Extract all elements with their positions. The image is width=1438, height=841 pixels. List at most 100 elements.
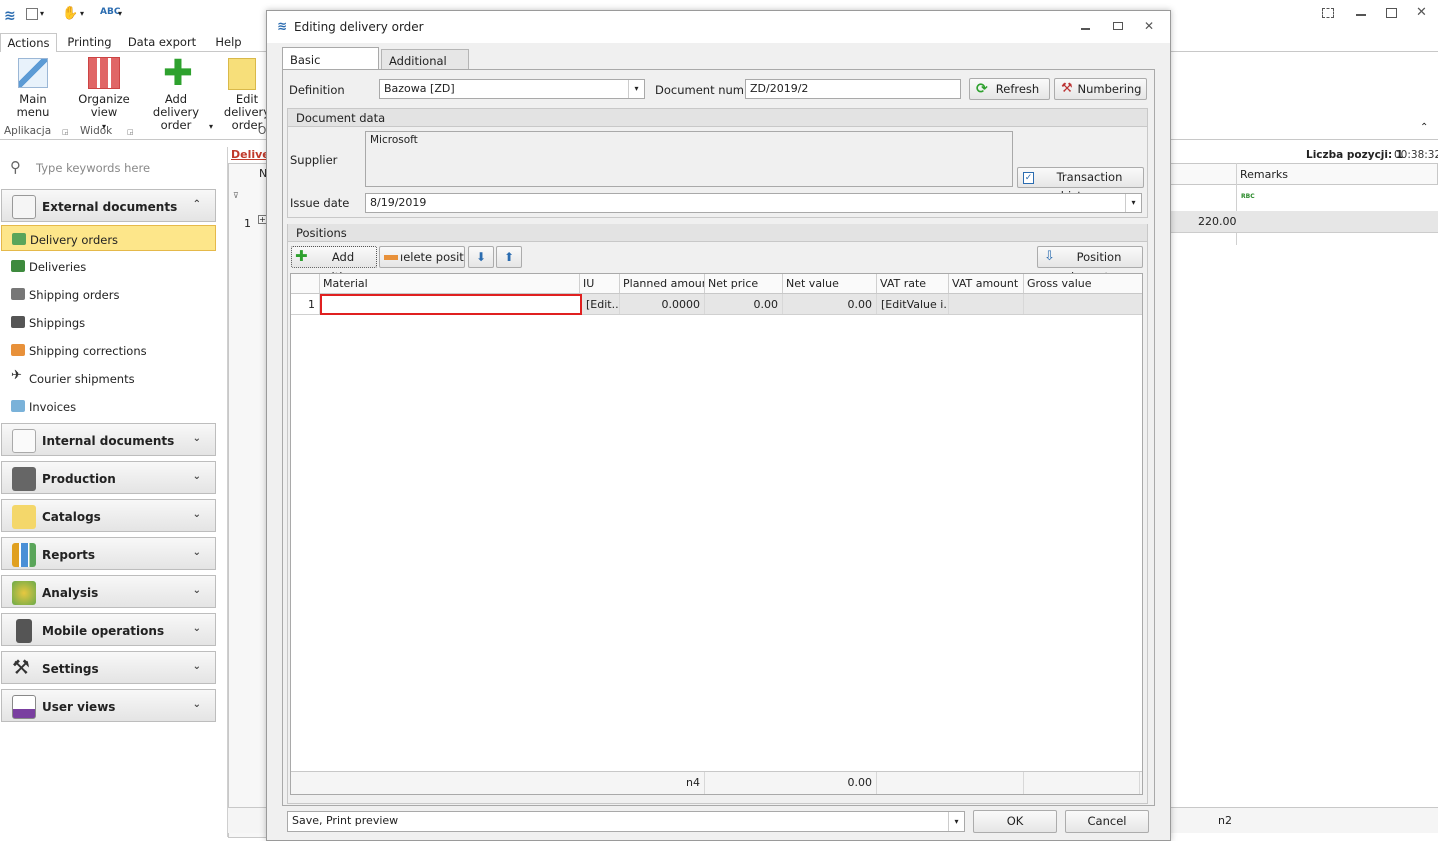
save-action-select[interactable]: Save, Print preview ▾ [287, 811, 965, 832]
nav-group-analysis[interactable]: Analysis ⌄ [1, 575, 216, 608]
issue-date-value: 8/19/2019 [370, 196, 427, 209]
text-filter-icon[interactable]: RBC [1241, 193, 1255, 200]
dialog-launcher-icon[interactable]: ◲ [62, 128, 69, 136]
dropdown-arrow-icon[interactable]: ▾ [948, 812, 964, 831]
dropdown-arrow-icon[interactable]: ▾ [40, 9, 44, 18]
main-menu-button[interactable]: Main menu [2, 58, 64, 119]
dropdown-arrow-icon[interactable]: ▾ [118, 9, 122, 18]
tab-data-export[interactable]: Data export [126, 33, 198, 53]
column-header-vat-amount[interactable]: VAT amount [949, 274, 1024, 293]
vat-amount-cell[interactable] [949, 294, 1024, 314]
move-up-button[interactable]: ⬆ [496, 246, 522, 268]
nav-item-invoices[interactable]: Invoices [1, 393, 216, 419]
nav-item-delivery-orders[interactable]: Delivery orders [1, 225, 216, 251]
document-icon [12, 429, 36, 453]
minimize-icon[interactable] [1081, 28, 1090, 30]
fullscreen-icon[interactable] [1322, 8, 1334, 18]
column-header-gross-value[interactable]: Gross value [1024, 274, 1142, 293]
tab-actions[interactable]: Actions [0, 33, 57, 53]
vat-rate-cell[interactable]: [EditValue i... [877, 294, 949, 314]
nav-group-production[interactable]: Production ⌄ [1, 461, 216, 494]
nav-group-internal-documents[interactable]: Internal documents ⌄ [1, 423, 216, 456]
column-header-net-price[interactable]: Net price [705, 274, 783, 293]
nav-group-user-views[interactable]: User views ⌄ [1, 689, 216, 722]
positions-header: Positions [288, 224, 1147, 242]
tab-help[interactable]: Help [206, 33, 251, 53]
position-import-button[interactable]: ⇩ Position import [1037, 246, 1143, 284]
organize-view-button[interactable]: Organize view ▾ [72, 57, 136, 133]
delete-position-label: ıelete positioı [400, 250, 464, 264]
app-logo-icon[interactable]: ≋ [4, 8, 16, 24]
refresh-button[interactable]: ⟳ Refresh [969, 78, 1050, 100]
gross-value-cell[interactable] [1024, 294, 1142, 314]
cancel-button[interactable]: Cancel [1065, 810, 1149, 833]
definition-select[interactable]: Bazowa [ZD] ▾ [379, 79, 645, 99]
nav-item-deliveries[interactable]: Deliveries [1, 253, 216, 279]
list-header-row [1170, 163, 1438, 185]
close-icon[interactable]: ✕ [1416, 5, 1427, 20]
planned-amount-cell[interactable]: 0.0000 [620, 294, 705, 314]
row-number: 1 [244, 217, 251, 230]
nav-group-catalogs[interactable]: Catalogs ⌄ [1, 499, 216, 532]
dropdown-arrow-icon[interactable]: ▾ [1125, 194, 1141, 212]
dialog-launcher-icon[interactable]: ◲ [127, 128, 134, 136]
nav-group-label: Settings [42, 662, 99, 676]
nav-item-shipping-orders[interactable]: Shipping orders [1, 281, 216, 307]
collapse-ribbon-icon[interactable]: ⌃ [1420, 122, 1428, 133]
search-icon: ⚲ [10, 158, 21, 176]
column-header-net-value[interactable]: Net value [783, 274, 877, 293]
footer-planned-amount: n4 [620, 772, 705, 794]
maximize-icon[interactable] [1113, 22, 1123, 30]
column-header-material[interactable]: Material [320, 274, 580, 293]
column-header-planned-amount[interactable]: Planned amount [620, 274, 705, 293]
column-header-vat-rate[interactable]: VAT rate [877, 274, 949, 293]
search-box[interactable]: ⚲ Type keywords here [8, 156, 218, 180]
definition-label: Definition [289, 83, 345, 97]
nav-item-shipping-corrections[interactable]: Shipping corrections [1, 337, 216, 363]
issue-date-field[interactable]: 8/19/2019 ▾ [365, 193, 1142, 213]
minimize-icon[interactable] [1356, 14, 1366, 16]
nav-group-mobile-operations[interactable]: Mobile operations ⌄ [1, 613, 216, 646]
delete-position-button[interactable]: ıelete positioı [379, 246, 465, 268]
net-value-cell[interactable]: 0.00 [783, 294, 877, 314]
tab-additional-data[interactable]: Additional data [381, 49, 469, 82]
search-input[interactable]: Type keywords here [36, 161, 150, 175]
layout-icon[interactable] [26, 8, 38, 20]
add-delivery-order-button[interactable]: ✚ Add delivery order ▾ [142, 56, 214, 133]
iu-cell[interactable]: [Edit... [582, 294, 620, 314]
move-down-button[interactable]: ⬇ [468, 246, 494, 268]
document-number-field[interactable]: ZD/2019/2 [745, 79, 961, 99]
chevron-down-icon: ⌄ [192, 433, 201, 444]
nav-group-external-documents[interactable]: External documents ⌃ [1, 189, 216, 222]
dropdown-arrow-icon[interactable]: ▾ [80, 9, 84, 18]
positions-grid: Material IU Planned amount Net price Net… [290, 273, 1143, 795]
close-icon[interactable]: ✕ [1144, 19, 1154, 33]
nav-item-shippings[interactable]: Shippings [1, 309, 216, 335]
column-header-iu[interactable]: IU [580, 274, 620, 293]
material-cell-editor[interactable] [320, 294, 582, 315]
dropdown-arrow-icon[interactable]: ▾ [628, 80, 644, 98]
nav-group-reports[interactable]: Reports ⌄ [1, 537, 216, 570]
nav-item-label: Shippings [29, 316, 86, 330]
hand-icon[interactable]: ✋ [62, 6, 78, 21]
tab-printing[interactable]: Printing [62, 33, 117, 53]
supplier-field[interactable]: Microsoft [365, 131, 1013, 187]
chevron-down-icon: ⌄ [192, 661, 201, 672]
add-position-button[interactable]: ✚ Add position [291, 246, 377, 284]
column-header-remarks[interactable]: Remarks [1240, 168, 1288, 181]
nav-group-label: External documents [42, 200, 178, 214]
net-price-cell[interactable]: 0.00 [705, 294, 783, 314]
table-row[interactable]: 1 [Edit... 0.0000 0.00 0.00 [EditValue i… [291, 294, 1142, 315]
nav-item-courier-shipments[interactable]: ✈ Courier shipments [1, 365, 216, 391]
nav-item-label: Delivery orders [30, 233, 119, 247]
numbering-button[interactable]: ⚒ Numbering [1054, 78, 1147, 100]
tab-basic-information[interactable]: Basic information [282, 47, 379, 81]
ok-button[interactable]: OK [973, 810, 1057, 833]
edit-delivery-order-button[interactable]: Edit delivery order [216, 58, 268, 132]
filter-icon[interactable]: ⊽ [233, 191, 239, 200]
nav-group-label: Production [42, 472, 116, 486]
restore-icon[interactable] [1386, 8, 1397, 18]
mobile-phone-icon [16, 619, 32, 643]
transaction-history-button[interactable]: ✓ Transaction history [1017, 167, 1144, 203]
nav-group-settings[interactable]: ⚒ Settings ⌄ [1, 651, 216, 684]
